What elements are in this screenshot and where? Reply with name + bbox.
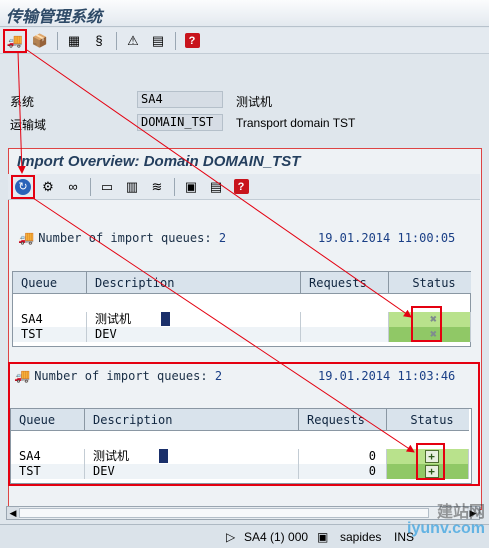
section-2-header: 🚚 Number of import queues: 2 [14, 369, 223, 384]
details-button[interactable]: ▤ [205, 176, 227, 198]
queue-button[interactable]: ⚙ [37, 176, 59, 198]
table-row[interactable]: SA4 测试机 0 + [11, 449, 469, 464]
section-1-header: 🚚 Number of import queues: 2 [18, 231, 227, 246]
section-1-timestamp: 19.01.2014 11:00:05 [318, 231, 456, 245]
alert-button[interactable]: ⚠ [122, 30, 144, 52]
help-icon: ? [233, 179, 249, 194]
monitor-button[interactable]: ▭ [96, 176, 118, 198]
col-description[interactable]: Description [85, 409, 299, 431]
layout-icon: ▣ [184, 179, 198, 194]
watermark: 建站网 iyunv.com [407, 504, 485, 537]
hierarchy-icon: ⚙ [42, 179, 54, 194]
overview-title: Import Overview: Domain DOMAIN_TST [17, 153, 301, 170]
hierarchy-icon: ▦ [67, 33, 81, 48]
status-play-icon[interactable]: ▷ [226, 529, 235, 545]
log-icon: ▤ [151, 33, 165, 48]
warning-icon: ⚠ [127, 33, 139, 48]
queue-icon: ▥ [125, 179, 139, 194]
domain-field: DOMAIN_TST [137, 114, 223, 131]
status-host: sapides [340, 530, 382, 544]
text-cursor [161, 312, 171, 326]
queue-grid-2: Queue Description Requests Status SA4 测试… [10, 408, 472, 484]
domain-label: 运输域 [10, 118, 47, 132]
check-button[interactable]: ∞ [62, 176, 84, 198]
highlight-box-status-2 [416, 443, 445, 480]
scroll-left-icon[interactable]: ◀ [7, 507, 19, 519]
text-cursor [159, 449, 169, 463]
status-system: SA4 (1) 000 [244, 530, 309, 544]
help-button[interactable]: ? [181, 30, 203, 52]
col-requests[interactable]: Requests [299, 409, 387, 431]
scroll-thumb[interactable] [19, 508, 429, 518]
system-label: 系统 [10, 95, 35, 109]
highlight-box-truck [3, 29, 27, 53]
col-queue[interactable]: Queue [13, 272, 87, 294]
transport-routes-button[interactable]: 📦 [29, 30, 51, 52]
grid-header: Queue Description Requests Status [11, 409, 469, 431]
details-icon: ▤ [209, 179, 223, 194]
system-field: SA4 [137, 91, 223, 108]
col-queue[interactable]: Queue [11, 409, 85, 431]
domain-description: Transport domain TST [236, 116, 356, 130]
window-title: 传输管理系统 [6, 7, 103, 26]
col-requests[interactable]: Requests [301, 272, 389, 294]
layout-button[interactable]: ▣ [180, 176, 202, 198]
system-description: 测试机 [236, 95, 273, 109]
log-button[interactable]: ▤ [147, 30, 169, 52]
table-row[interactable]: SA4 测试机 ✖ [13, 312, 471, 327]
scroll-button[interactable]: ≋ [146, 176, 168, 198]
config-icon: § [95, 33, 103, 48]
monitor-icon: ▭ [100, 179, 114, 194]
col-status[interactable]: Status [389, 272, 471, 294]
application-toolbar: 🚚 📦 ▦ § ⚠ ▤ ? [0, 28, 489, 54]
truck-icon: 🚚 [14, 369, 31, 384]
configuration-button[interactable]: § [88, 30, 110, 52]
hierarchy-button[interactable]: ▦ [63, 30, 85, 52]
glasses-icon: ∞ [68, 179, 78, 194]
table-row[interactable]: TST DEV ✖ [13, 327, 471, 342]
help-icon: ? [184, 33, 200, 48]
help-button-2[interactable]: ? [230, 176, 252, 198]
status-doc-icon: ▣ [317, 530, 329, 544]
overview-toolbar: ↻ ⚙ ∞ ▭ ▥ ≋ ▣ ▤ ? [8, 174, 480, 200]
section-2-timestamp: 19.01.2014 11:03:46 [318, 369, 456, 383]
col-description[interactable]: Description [87, 272, 301, 294]
highlight-box-refresh [11, 175, 35, 199]
window-title-bar: 传输管理系统 [0, 0, 489, 27]
scroll-icon: ≋ [151, 179, 163, 194]
col-status[interactable]: Status [387, 409, 469, 431]
queue-grid-1: Queue Description Requests Status SA4 测试… [12, 271, 471, 347]
box-icon: 📦 [31, 33, 49, 48]
table-row[interactable]: TST DEV 0 + [11, 464, 469, 479]
grid-header: Queue Description Requests Status [13, 272, 471, 294]
truck-icon: 🚚 [18, 231, 35, 246]
queue-list-button[interactable]: ▥ [121, 176, 143, 198]
highlight-box-status-1 [411, 306, 442, 342]
